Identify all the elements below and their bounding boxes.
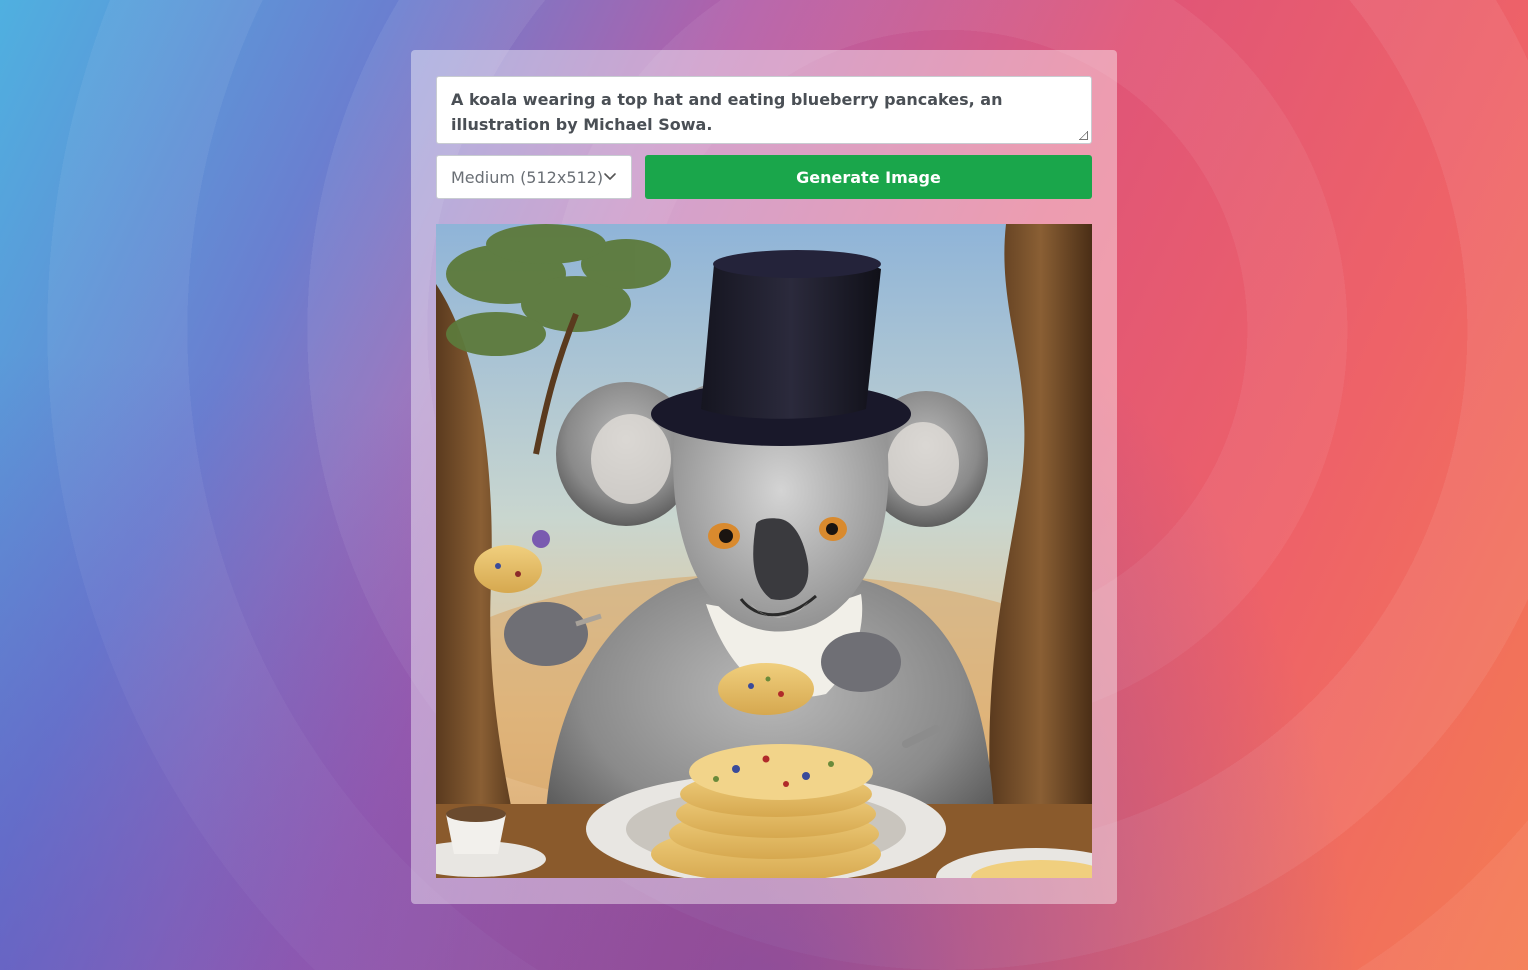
image-size-selected-value: Medium (512x512) bbox=[451, 167, 604, 187]
prompt-text: A koala wearing a top hat and eating blu… bbox=[451, 90, 1003, 134]
generator-panel: A koala wearing a top hat and eating blu… bbox=[411, 50, 1117, 904]
koala-illustration bbox=[436, 224, 1092, 878]
prompt-textarea[interactable]: A koala wearing a top hat and eating blu… bbox=[436, 76, 1092, 144]
image-size-select[interactable]: Medium (512x512) bbox=[436, 155, 632, 199]
chevron-down-icon bbox=[604, 173, 616, 180]
generated-image bbox=[436, 224, 1092, 878]
generate-image-button[interactable]: Generate Image bbox=[645, 155, 1092, 199]
resize-grip-icon[interactable] bbox=[1079, 131, 1088, 140]
